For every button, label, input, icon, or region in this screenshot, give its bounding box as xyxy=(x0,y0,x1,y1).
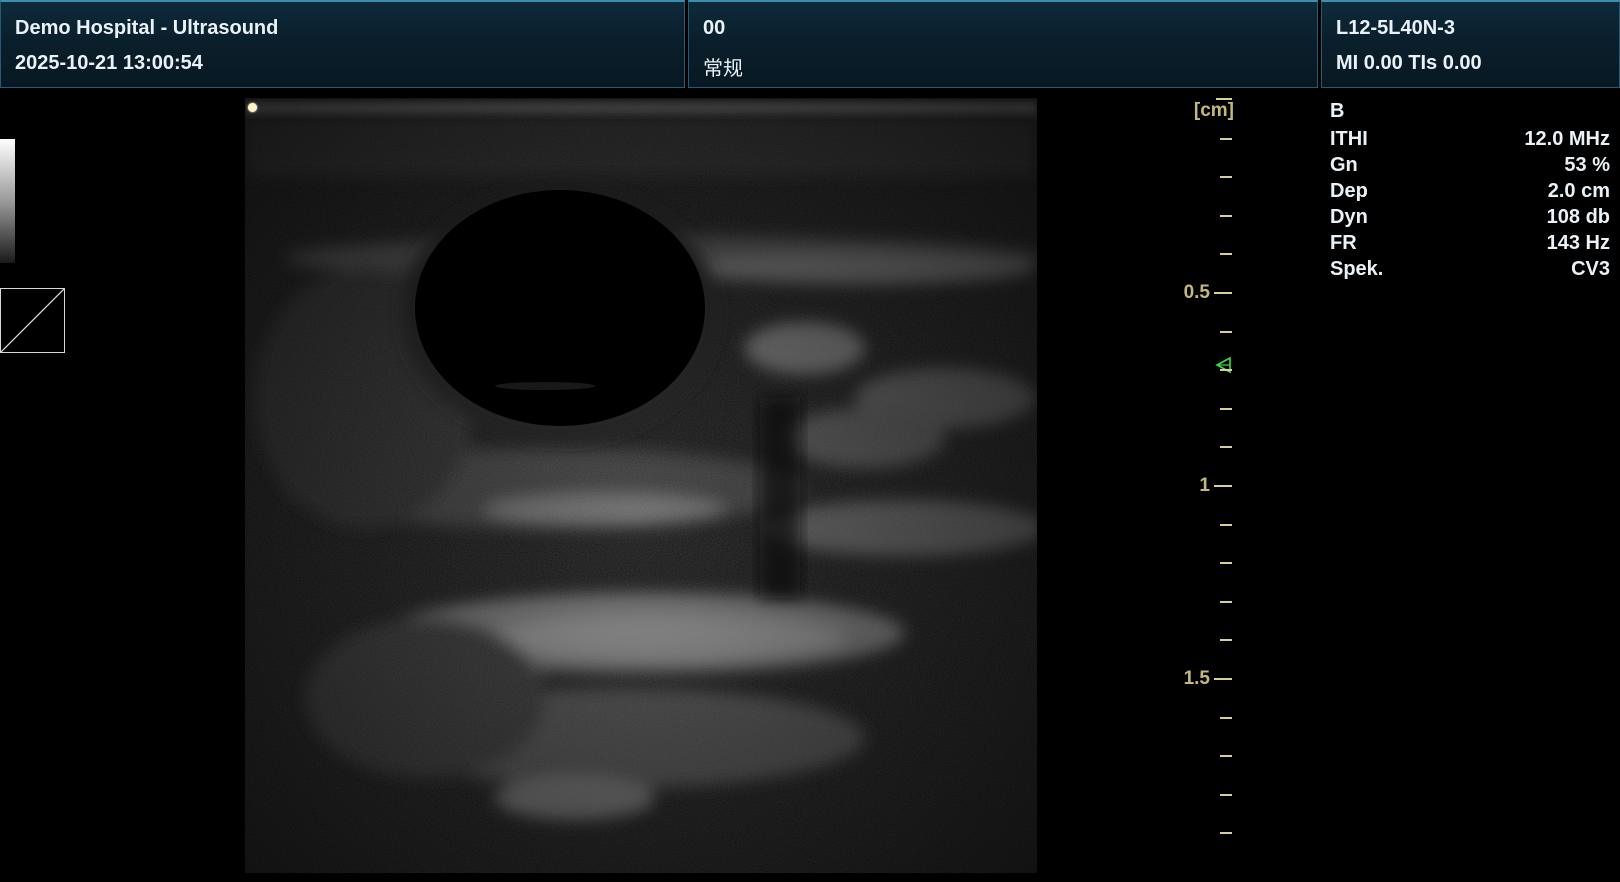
header-panel-patient[interactable]: 00 常规 xyxy=(688,0,1318,88)
gamma-curve-icon xyxy=(0,288,65,353)
scale-tick-minor xyxy=(1220,446,1232,449)
scale-label: 0.5 xyxy=(1183,282,1210,303)
scale-tick-minor xyxy=(1220,832,1232,835)
param-row-frequency: ITHI 12.0 MHz xyxy=(1330,126,1610,152)
scale-tick-minor xyxy=(1220,407,1232,410)
param-row-speckle: Spek. CV3 xyxy=(1330,256,1610,282)
param-label: ITHI xyxy=(1330,128,1368,150)
scale-tick-major xyxy=(1214,485,1232,487)
scale-tick-top xyxy=(1216,98,1232,100)
scale-tick-minor xyxy=(1220,369,1232,372)
scale-tick-minor xyxy=(1220,137,1232,140)
param-label: Gn xyxy=(1330,154,1358,176)
header-panel-probe: L12-5L40N-3 MI 0.00 TIs 0.00 xyxy=(1321,0,1620,88)
param-label: Dyn xyxy=(1330,206,1368,228)
param-value: CV3 xyxy=(1571,258,1610,280)
scale-tick-minor xyxy=(1220,523,1232,526)
param-label: FR xyxy=(1330,232,1357,254)
scale-label: 1 xyxy=(1199,475,1210,496)
param-value: 53 % xyxy=(1564,154,1610,176)
param-row-gain: Gn 53 % xyxy=(1330,152,1610,178)
gray-map-bar xyxy=(0,139,15,263)
patient-id: 00 xyxy=(703,17,726,39)
header-panel-hospital: Demo Hospital - Ultrasound 2025-10-21 13… xyxy=(0,0,685,88)
hospital-title: Demo Hospital - Ultrasound xyxy=(15,17,279,39)
param-label: Spek. xyxy=(1330,258,1384,280)
scale-tick-major xyxy=(1214,678,1232,680)
exam-datetime: 2025-10-21 13:00:54 xyxy=(15,52,203,74)
scale-tick-minor xyxy=(1220,562,1232,565)
param-value: 143 Hz xyxy=(1546,232,1610,254)
scale-tick-minor xyxy=(1220,253,1232,256)
scale-tick-minor xyxy=(1220,755,1232,758)
param-row-frame-rate: FR 143 Hz xyxy=(1330,230,1610,256)
scale-unit: [cm] xyxy=(1193,100,1234,121)
imaging-mode: B xyxy=(1330,100,1345,122)
param-row-depth: Dep 2.0 cm xyxy=(1330,178,1610,204)
scale-tick-major xyxy=(1214,292,1232,294)
scale-label: 1.5 xyxy=(1183,668,1210,689)
param-row-dynamic-range: Dyn 108 db xyxy=(1330,204,1610,230)
focus-triangle-icon[interactable] xyxy=(1214,356,1232,374)
ultrasound-image[interactable] xyxy=(245,98,1037,873)
scale-tick-minor xyxy=(1220,639,1232,642)
header-bar: Demo Hospital - Ultrasound 2025-10-21 13… xyxy=(0,0,1620,88)
scale-tick-minor xyxy=(1220,600,1232,603)
focus-dot-icon xyxy=(248,103,257,112)
param-value: 12.0 MHz xyxy=(1524,128,1610,150)
param-label: Dep xyxy=(1330,180,1368,202)
scale-tick-minor xyxy=(1220,793,1232,796)
probe-name: L12-5L40N-3 xyxy=(1336,17,1455,39)
scale-tick-minor xyxy=(1220,176,1232,179)
imaging-parameters: B ITHI 12.0 MHz Gn 53 % Dep 2.0 cm Dyn 1… xyxy=(1330,100,1610,282)
scale-tick-minor xyxy=(1220,716,1232,719)
exam-preset: 常规 xyxy=(703,56,743,80)
param-value: 108 db xyxy=(1546,206,1610,228)
scale-tick-minor xyxy=(1220,214,1232,217)
depth-scale: [cm] 0.5 1 1.5 xyxy=(1180,92,1260,872)
scale-tick-minor xyxy=(1220,330,1232,333)
param-value: 2.0 cm xyxy=(1547,180,1610,202)
safety-indices: MI 0.00 TIs 0.00 xyxy=(1336,52,1482,74)
